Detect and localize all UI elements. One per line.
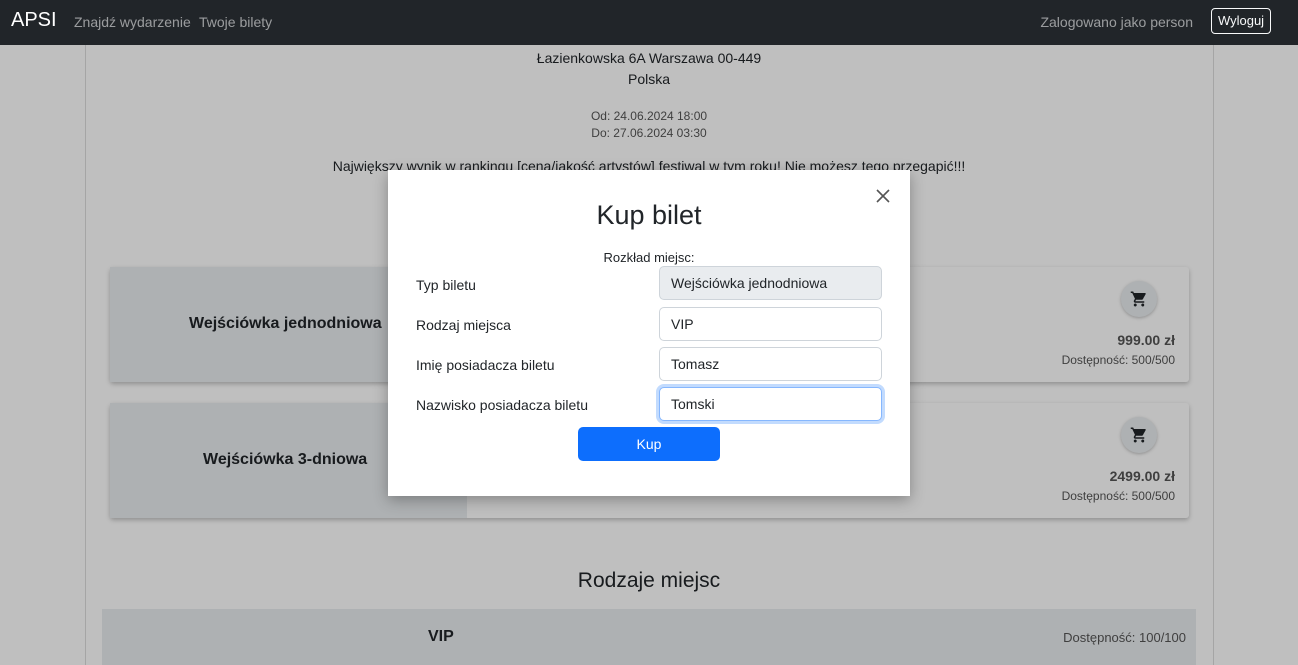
seat-type-select[interactable]: VIP — [659, 307, 882, 341]
first-name-input[interactable]: Tomasz — [659, 347, 882, 381]
nav-your-tickets[interactable]: Twoje bilety — [199, 14, 272, 30]
logged-in-user-text: Zalogowano jako person — [1040, 14, 1193, 30]
nav-find-event[interactable]: Znajdź wydarzenie — [74, 14, 191, 30]
buy-ticket-modal: Kup bilet Rozkład miejsc: Typ biletu Wej… — [388, 170, 910, 496]
modal-title: Kup bilet — [596, 200, 702, 230]
first-name-label: Imię posiadacza biletu — [416, 357, 555, 373]
logout-button[interactable]: Wyloguj — [1211, 8, 1271, 34]
seat-type-label: Rodzaj miejsca — [416, 317, 511, 333]
navbar: APSI Znajdź wydarzenie Twoje bilety Zalo… — [0, 0, 1298, 45]
ticket-type-label: Typ biletu — [416, 277, 476, 293]
seat-layout-label: Rozkład miejsc: — [603, 250, 695, 265]
brand-logo[interactable]: APSI — [11, 9, 57, 32]
ticket-type-field: Wejściówka jednodniowa — [659, 266, 882, 300]
buy-button[interactable]: Kup — [578, 427, 720, 461]
last-name-input[interactable]: Tomski — [659, 387, 882, 421]
last-name-label: Nazwisko posiadacza biletu — [416, 397, 588, 413]
